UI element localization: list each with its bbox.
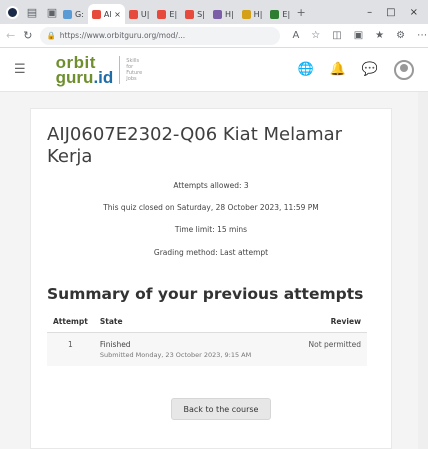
messages-chat-icon[interactable]: 💬 [362,62,378,77]
tab-label: U| [140,9,150,19]
workspaces-icon[interactable]: ▤ [25,6,39,19]
browser-tab-7[interactable]: E| [266,4,294,24]
profile-icon[interactable] [6,5,19,19]
navbar-actions: 🌐 🔔 💬 [297,59,414,80]
browser-tab-4[interactable]: S| [181,4,209,24]
time-limit: Time limit: 15 mins [174,225,248,234]
tab-label: E| [282,9,291,19]
address-bar-icons: A ☆ ◫ ▣ ★ ⚙ ⋯ [292,30,427,41]
language-globe-icon[interactable]: 🌐 [297,62,313,77]
browser-tab-2[interactable]: U| [125,4,154,24]
summary-heading: Summary of your previous attempts [47,285,364,303]
column-header-attempt: Attempt [47,311,94,333]
logo-wordmark: orbit guru.id [55,54,114,87]
logo-tagline: Skills for Future Jobs [126,57,143,82]
scrollbar-track[interactable] [418,92,428,449]
attempt-review: Not permitted [297,332,367,366]
quiz-title: AIJ0607E2302-Q06 Kiat Melamar Kerja [47,124,343,167]
close-window-button[interactable]: × [410,7,418,18]
tab-label: S| [197,9,205,19]
notification-bell-icon[interactable]: 🔔 [330,62,346,77]
tab-favicon-icon [212,9,222,19]
tab-actions-icon[interactable]: ▣ [45,6,59,19]
reload-icon[interactable]: ↻ [23,29,32,42]
table-row: 1 Finished Submitted Monday, 23 October … [47,332,367,366]
table-header-row: Attempt State Review [47,311,367,333]
tab-favicon-icon [63,9,72,19]
tab-favicon-icon [91,9,101,19]
tab-favicon-icon [185,9,195,19]
attempt-state-cell: Finished Submitted Monday, 23 October 20… [93,332,297,366]
tab-actions: ▤ ▣ [0,5,59,19]
column-header-review: Review [297,311,367,333]
lock-icon: 🔒 [46,31,56,40]
window-controls: – □ × [367,7,428,18]
logo-divider [119,55,121,84]
browser-tab-6[interactable]: H| [238,4,267,24]
tab-favicon-icon [270,9,280,19]
url-text: https://www.orbitguru.org/mod/... [59,31,186,40]
address-bar: ← ↻ 🔒 https://www.orbitguru.org/mod/... … [0,24,428,48]
grading-method: Grading method: Last attempt [153,248,269,257]
browser-tab-active[interactable]: Al × [87,4,125,24]
attempts-allowed: Attempts allowed: 3 [173,181,249,190]
tab-favicon-icon [157,9,167,19]
tab-label: E| [169,9,178,19]
site-logo[interactable]: orbit guru.id Skills for Future Jobs [55,54,143,87]
browser-tab-3[interactable]: E| [153,4,181,24]
tab-label: H| [253,9,263,19]
extensions-icon[interactable]: ⚙ [396,30,405,41]
split-screen-icon[interactable]: ◫ [332,30,341,41]
column-header-state: State [93,311,297,333]
site-navbar: ☰ orbit guru.id Skills for Future Jobs 🌐… [0,48,428,92]
read-aloud-icon[interactable]: A [292,30,299,41]
back-to-course-button[interactable]: Back to the course [171,398,271,420]
tab-label: Al × [103,9,121,19]
attempt-state: Finished [99,340,131,349]
browser-tab-5[interactable]: H| [209,4,238,24]
more-options-icon[interactable]: ⋯ [417,30,427,41]
browser-tab-strip: ▤ ▣ G: Al × U| E| S| H| H| E| + – □ × [0,0,428,24]
back-arrow-icon[interactable]: ← [6,29,15,42]
tab-label: H| [224,9,234,19]
url-field[interactable]: 🔒 https://www.orbitguru.org/mod/... [40,26,281,45]
tab-label: G: [75,9,84,19]
logo-suffix-text: .id [93,67,114,87]
attempt-number: 1 [47,332,94,366]
maximize-button[interactable]: □ [386,7,395,18]
tab-favicon-icon [128,9,138,19]
favorite-star-icon[interactable]: ☆ [311,30,320,41]
hamburger-menu-icon[interactable]: ☰ [14,62,26,77]
collections-icon[interactable]: ▣ [354,30,363,41]
favorites-icon[interactable]: ★ [375,30,384,41]
tab-favicon-icon [241,9,251,19]
attempts-table: Attempt State Review 1 Finished Submitte… [47,311,367,366]
user-avatar[interactable] [394,59,414,80]
logo-guru-text: guru [55,67,94,87]
new-tab-button[interactable]: + [294,6,308,19]
minimize-button[interactable]: – [367,7,372,18]
browser-tab-0[interactable]: G: [59,4,88,24]
quiz-closed-date: This quiz closed on Saturday, 28 October… [103,203,319,212]
attempt-submitted-date: Submitted Monday, 23 October 2023, 9:15 … [99,351,252,359]
